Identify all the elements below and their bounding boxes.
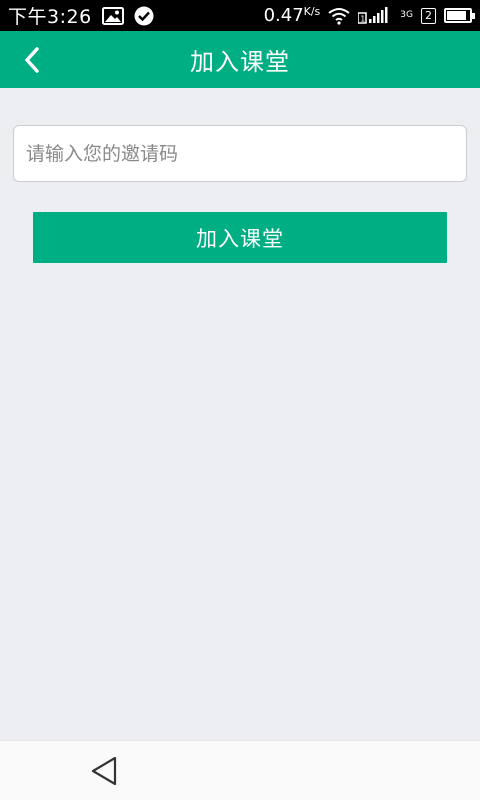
status-bar: 下午3:26 0.47K/s 1 3G 2: [0, 0, 480, 31]
nav-back-button[interactable]: [88, 753, 120, 789]
status-left: 下午3:26: [8, 2, 154, 29]
gallery-icon: [101, 6, 124, 25]
wifi-icon: [328, 7, 350, 25]
join-class-screen: 下午3:26 0.47K/s 1 3G 2 加入课堂 请输入您的邀请码 加入课堂: [0, 0, 480, 800]
page-title: 加入课堂: [190, 48, 290, 76]
battery-fill: [447, 11, 466, 20]
navigation-bar: [0, 740, 480, 800]
net-speed-unit: K/s: [303, 5, 321, 18]
back-button[interactable]: [10, 31, 54, 88]
battery-icon: [444, 8, 475, 23]
chevron-left-icon: [25, 46, 39, 73]
net-speed: 0.47K/s: [264, 5, 321, 26]
svg-text:1: 1: [361, 14, 366, 23]
invite-code-input[interactable]: [13, 125, 467, 182]
status-time: 下午3:26: [8, 6, 92, 28]
net-speed-value: 0.47: [263, 5, 304, 26]
status-right: 0.47K/s 1 3G 2: [264, 5, 475, 26]
triangle-back-icon: [91, 756, 117, 786]
check-circle-icon: [134, 6, 154, 26]
sim-badge: 2: [421, 7, 436, 24]
network-type: 3G: [400, 10, 413, 20]
signal-icon: 1: [358, 6, 398, 25]
app-bar: 加入课堂: [0, 31, 480, 88]
join-class-button[interactable]: 加入课堂: [33, 212, 447, 263]
